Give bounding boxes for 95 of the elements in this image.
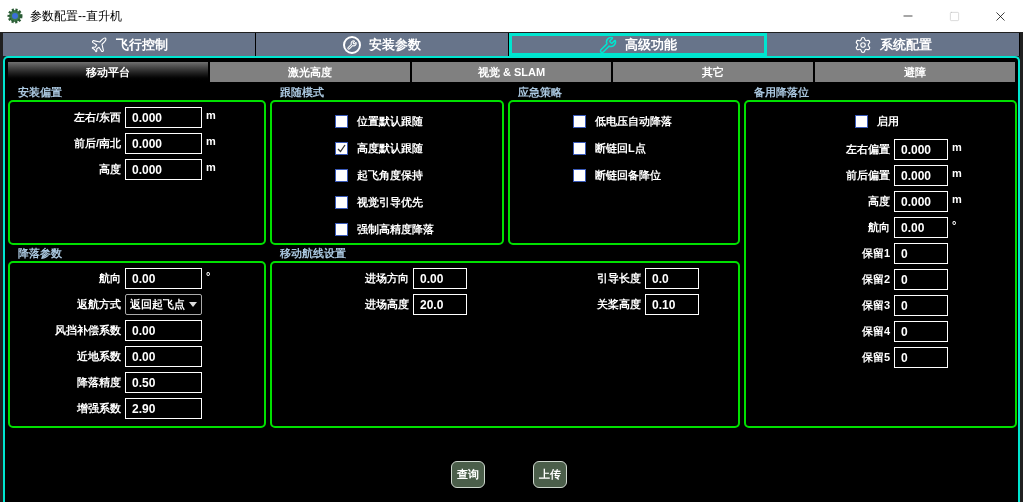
unit-label: m bbox=[952, 192, 962, 207]
checkbox-label: 位置默认跟随 bbox=[357, 113, 423, 129]
maximize-icon bbox=[948, 10, 960, 22]
checkbox[interactable] bbox=[573, 168, 586, 182]
check-icon bbox=[337, 143, 346, 153]
input-field[interactable]: 0.50 bbox=[125, 372, 202, 393]
checkbox[interactable] bbox=[573, 141, 586, 155]
unit-label: m bbox=[206, 108, 216, 123]
checkbox[interactable] bbox=[335, 114, 348, 128]
action-button[interactable]: 上传 bbox=[532, 461, 567, 488]
window-title: 参数配置--直升机 bbox=[30, 8, 122, 25]
checkbox-label: 视觉引导优先 bbox=[357, 194, 423, 210]
checkbox[interactable] bbox=[855, 114, 868, 128]
input-field[interactable]: 20.0 bbox=[413, 294, 467, 315]
main-tab[interactable]: 系统配置 bbox=[767, 33, 1020, 56]
field-label: 左右偏置 bbox=[845, 142, 890, 158]
input-field[interactable]: 0 bbox=[894, 347, 948, 368]
field-label: 高度 bbox=[867, 194, 890, 210]
checkbox-label: 强制高精度降落 bbox=[357, 221, 434, 237]
field-label: 关桨高度 bbox=[596, 297, 641, 313]
input-field[interactable]: 0.00 bbox=[125, 268, 202, 289]
gear-icon bbox=[854, 35, 872, 54]
unit-label: m bbox=[206, 134, 216, 149]
sub-tab[interactable]: 激光高度 bbox=[209, 62, 410, 82]
main-tab[interactable]: 飞行控制 bbox=[3, 33, 256, 56]
sub-tab[interactable]: 其它 bbox=[613, 62, 814, 82]
input-field[interactable]: 0.000 bbox=[125, 133, 202, 154]
input-field[interactable]: 0.00 bbox=[413, 268, 467, 289]
unit-label: m bbox=[952, 166, 962, 181]
wrench-icon bbox=[599, 35, 617, 54]
field-label: 增强系数 bbox=[76, 401, 121, 417]
wrench-icon bbox=[343, 35, 361, 54]
section-title: 应急策略 bbox=[518, 84, 562, 100]
checkbox-label: 低电压自动降落 bbox=[595, 113, 672, 129]
field-label: 左右/东西 bbox=[72, 110, 121, 126]
section-title: 移动航线设置 bbox=[280, 245, 346, 261]
field-label: 前后偏置 bbox=[845, 168, 890, 184]
input-field[interactable]: 0.00 bbox=[894, 217, 948, 238]
field-label: 航向 bbox=[867, 220, 890, 236]
field-label: 进场方向 bbox=[364, 271, 409, 287]
input-field[interactable]: 0.00 bbox=[125, 346, 202, 367]
field-label: 风挡补偿系数 bbox=[54, 323, 121, 339]
gear-icon bbox=[7, 8, 23, 24]
unit-label: m bbox=[952, 140, 962, 155]
input-field[interactable]: 2.90 bbox=[125, 398, 202, 419]
field-label: 保留4 bbox=[860, 324, 890, 340]
field-label: 保留3 bbox=[860, 298, 890, 314]
input-field[interactable]: 0.10 bbox=[645, 294, 699, 315]
field-label: 近地系数 bbox=[76, 349, 121, 365]
field-label: 返航方式 bbox=[76, 297, 121, 313]
input-field[interactable]: 0.000 bbox=[125, 107, 202, 128]
dropdown[interactable]: 返回起飞点 bbox=[125, 294, 202, 315]
main-tab[interactable]: 安装参数 bbox=[256, 33, 509, 56]
checkbox[interactable] bbox=[573, 114, 586, 128]
checkbox-label: 启用 bbox=[877, 113, 899, 129]
section-title: 降落参数 bbox=[18, 245, 62, 261]
input-field[interactable]: 0 bbox=[894, 243, 948, 264]
input-field[interactable]: 0.000 bbox=[125, 159, 202, 180]
checkbox[interactable] bbox=[335, 168, 348, 182]
checkbox[interactable] bbox=[335, 141, 348, 155]
field-label: 进场高度 bbox=[364, 297, 409, 313]
input-field[interactable]: 0 bbox=[894, 295, 948, 316]
field-label: 保留2 bbox=[860, 272, 890, 288]
section-title: 备用降落位 bbox=[754, 84, 809, 100]
plane-icon bbox=[90, 35, 108, 54]
checkbox[interactable] bbox=[335, 195, 348, 209]
unit-label: ° bbox=[206, 269, 211, 284]
main-tab[interactable]: 高级功能 bbox=[509, 33, 767, 56]
sub-tab[interactable]: 视觉 & SLAM bbox=[411, 62, 612, 82]
action-button[interactable]: 查询 bbox=[450, 461, 485, 488]
caret-icon bbox=[189, 302, 197, 307]
checkbox-label: 起飞角度保持 bbox=[357, 167, 423, 183]
field-label: 引导长度 bbox=[596, 271, 641, 287]
field-label: 前后/南北 bbox=[72, 136, 121, 152]
field-label: 航向 bbox=[98, 271, 121, 287]
input-field[interactable]: 0.00 bbox=[125, 320, 202, 341]
field-label: 降落精度 bbox=[76, 375, 121, 391]
field-label: 保留5 bbox=[860, 350, 890, 366]
checkbox-label: 断链回L点 bbox=[595, 140, 646, 156]
input-field[interactable]: 0 bbox=[894, 269, 948, 290]
checkbox[interactable] bbox=[335, 222, 348, 236]
input-field[interactable]: 0.000 bbox=[894, 165, 948, 186]
section-title: 安装偏置 bbox=[18, 84, 62, 100]
unit-label: ° bbox=[952, 218, 957, 233]
checkbox-label: 断链回备降位 bbox=[595, 167, 661, 183]
section-title: 跟随模式 bbox=[280, 84, 324, 100]
sub-tab[interactable]: 避障 bbox=[815, 62, 1015, 82]
input-field[interactable]: 0 bbox=[894, 321, 948, 342]
checkbox-label: 高度默认跟随 bbox=[357, 140, 423, 156]
field-label: 保留1 bbox=[860, 246, 890, 262]
input-field[interactable]: 0.000 bbox=[894, 191, 948, 212]
field-label: 高度 bbox=[98, 162, 121, 178]
input-field[interactable]: 0.0 bbox=[645, 268, 699, 289]
unit-label: m bbox=[206, 160, 216, 175]
input-field[interactable]: 0.000 bbox=[894, 139, 948, 160]
